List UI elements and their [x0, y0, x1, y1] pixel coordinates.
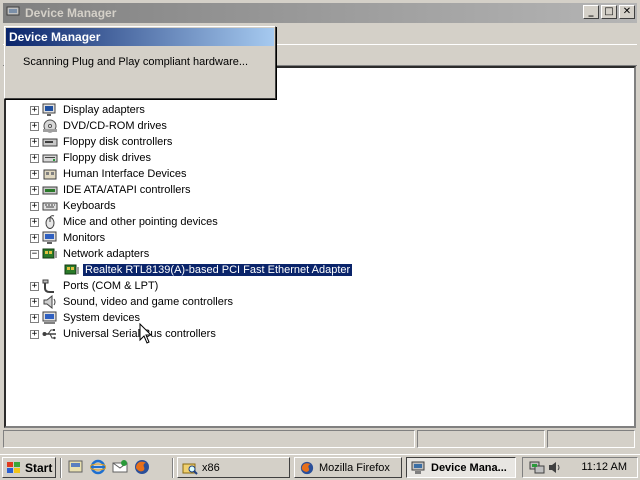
clock: 11:12 AM [581, 461, 627, 473]
tree-category-item[interactable]: − Network adapters [30, 246, 352, 262]
tree-item-label: Human Interface Devices [63, 168, 187, 180]
dialog-title: Device Manager [6, 28, 274, 46]
task-button-device-manager[interactable]: Device Mana... [406, 457, 516, 478]
maximize-button[interactable]: □ [601, 5, 617, 19]
show-desktop-icon[interactable] [68, 459, 84, 475]
tree-item-label: Mice and other pointing devices [63, 216, 218, 228]
start-button[interactable]: Start [2, 457, 56, 478]
minimize-button[interactable]: _ [583, 5, 599, 19]
system-tray: 11:12 AM [522, 457, 638, 478]
cdrom-icon [43, 119, 57, 133]
tree-item-label: Realtek RTL8139(A)-based PCI Fast Ethern… [81, 263, 354, 277]
folder-search-icon [182, 463, 198, 475]
tree-category-item[interactable]: + Universal Serial Bus controllers [30, 326, 352, 342]
tree-category-item[interactable]: + Mice and other pointing devices [30, 214, 352, 230]
tree-category-item[interactable]: + Sound, video and game controllers [30, 294, 352, 310]
expand-icon[interactable]: + [30, 185, 39, 195]
tree-item-label: System devices [63, 312, 141, 324]
scanning-dialog: Device Manager Scanning Plug and Play co… [4, 26, 276, 99]
network-card-icon [64, 264, 79, 275]
expand-icon[interactable]: + [30, 153, 39, 163]
tree-item-label: Monitors [63, 232, 106, 244]
status-panel [3, 430, 415, 448]
tree-item-label: DVD/CD-ROM drives [63, 120, 167, 132]
ide-controller-icon [42, 186, 58, 195]
expand-icon[interactable]: + [30, 137, 39, 147]
outlook-express-icon[interactable] [112, 459, 128, 475]
tree-category-item[interactable]: + Human Interface Devices [30, 166, 352, 182]
device-manager-icon [6, 6, 20, 19]
volume-icon[interactable] [547, 460, 561, 475]
sound-icon [43, 295, 56, 309]
task-button-firefox[interactable]: Mozilla Firefox [294, 457, 402, 478]
windows-logo-icon [7, 461, 20, 473]
tree-category-item[interactable]: + DVD/CD-ROM drives [30, 118, 352, 134]
start-label: Start [25, 460, 53, 475]
device-manager-icon [411, 461, 425, 474]
display-adapter-icon [42, 103, 56, 116]
task-label: Mozilla Firefox [319, 461, 390, 474]
monitor-icon [42, 231, 57, 244]
system-device-icon [42, 311, 57, 324]
tree-category-item[interactable]: + Monitors [30, 230, 352, 246]
task-label: Device Mana... [431, 461, 507, 474]
firefox-icon [300, 461, 314, 474]
tree-category-item[interactable]: + IDE ATA/ATAPI controllers [30, 182, 352, 198]
tree-item-label: Keyboards [63, 200, 116, 212]
expand-icon[interactable]: + [30, 233, 39, 243]
status-panel [417, 430, 545, 448]
collapse-icon[interactable]: − [30, 249, 39, 259]
taskbar: Start x86 Mozilla Firefox Device Mana...… [0, 454, 640, 480]
window-titlebar[interactable]: Device Manager _ □ ✕ [3, 3, 637, 23]
tree-item-label: Network adapters [63, 248, 150, 260]
expand-icon[interactable]: + [30, 121, 39, 131]
tree-item-label: Display adapters [63, 104, 145, 116]
expand-icon[interactable]: + [30, 169, 39, 179]
hid-icon [43, 169, 57, 180]
task-label: x86 [202, 461, 220, 474]
dialog-message: Scanning Plug and Play compliant hardwar… [23, 56, 249, 68]
firefox-icon[interactable] [134, 459, 150, 475]
expand-icon[interactable]: + [30, 313, 39, 323]
tree-category-item[interactable]: + Ports (COM & LPT) [30, 278, 352, 294]
status-panel [547, 430, 635, 448]
status-bar [3, 430, 637, 450]
internet-explorer-icon[interactable] [90, 459, 106, 475]
tree-item-label: Ports (COM & LPT) [63, 280, 159, 292]
tree-item-label: Floppy disk controllers [63, 136, 173, 148]
tree-category-item[interactable]: + Floppy disk drives [30, 150, 352, 166]
floppy-drive-icon [42, 154, 58, 163]
tree-category-item[interactable]: + Display adapters [30, 102, 352, 118]
expand-icon[interactable]: + [30, 281, 39, 291]
network-tray-icon[interactable] [529, 460, 545, 475]
network-adapter-icon [42, 248, 57, 259]
usb-icon [42, 329, 56, 340]
mouse-icon [45, 215, 55, 229]
tree-item-label: IDE ATA/ATAPI controllers [63, 184, 191, 196]
mouse-cursor-icon [139, 323, 153, 344]
tree-device-item[interactable]: Realtek RTL8139(A)-based PCI Fast Ethern… [64, 262, 354, 278]
quick-launch [68, 459, 156, 475]
expand-icon[interactable]: + [30, 217, 39, 227]
floppy-controller-icon [42, 138, 58, 147]
device-tree-pane[interactable]: + Display adapters + DVD/CD-ROM drives + Flop… [4, 66, 636, 428]
taskbar-separator [172, 458, 174, 478]
device-tree: + Display adapters + DVD/CD-ROM drives + Flop… [30, 102, 354, 342]
expand-icon[interactable]: + [30, 329, 39, 339]
expand-icon[interactable]: + [30, 201, 39, 211]
close-button[interactable]: ✕ [619, 5, 635, 19]
port-icon [42, 279, 54, 293]
keyboard-icon [42, 202, 58, 211]
task-button-x86[interactable]: x86 [177, 457, 290, 478]
tree-category-item[interactable]: + Keyboards [30, 198, 352, 214]
expand-icon[interactable]: + [30, 105, 39, 115]
taskbar-separator [60, 458, 62, 478]
expand-icon[interactable]: + [30, 297, 39, 307]
tree-category-item[interactable]: + System devices [30, 310, 352, 326]
tree-item-label: Floppy disk drives [63, 152, 152, 164]
tree-item-label: Sound, video and game controllers [63, 296, 233, 308]
window-title: Device Manager [25, 6, 117, 20]
tree-category-item[interactable]: + Floppy disk controllers [30, 134, 352, 150]
